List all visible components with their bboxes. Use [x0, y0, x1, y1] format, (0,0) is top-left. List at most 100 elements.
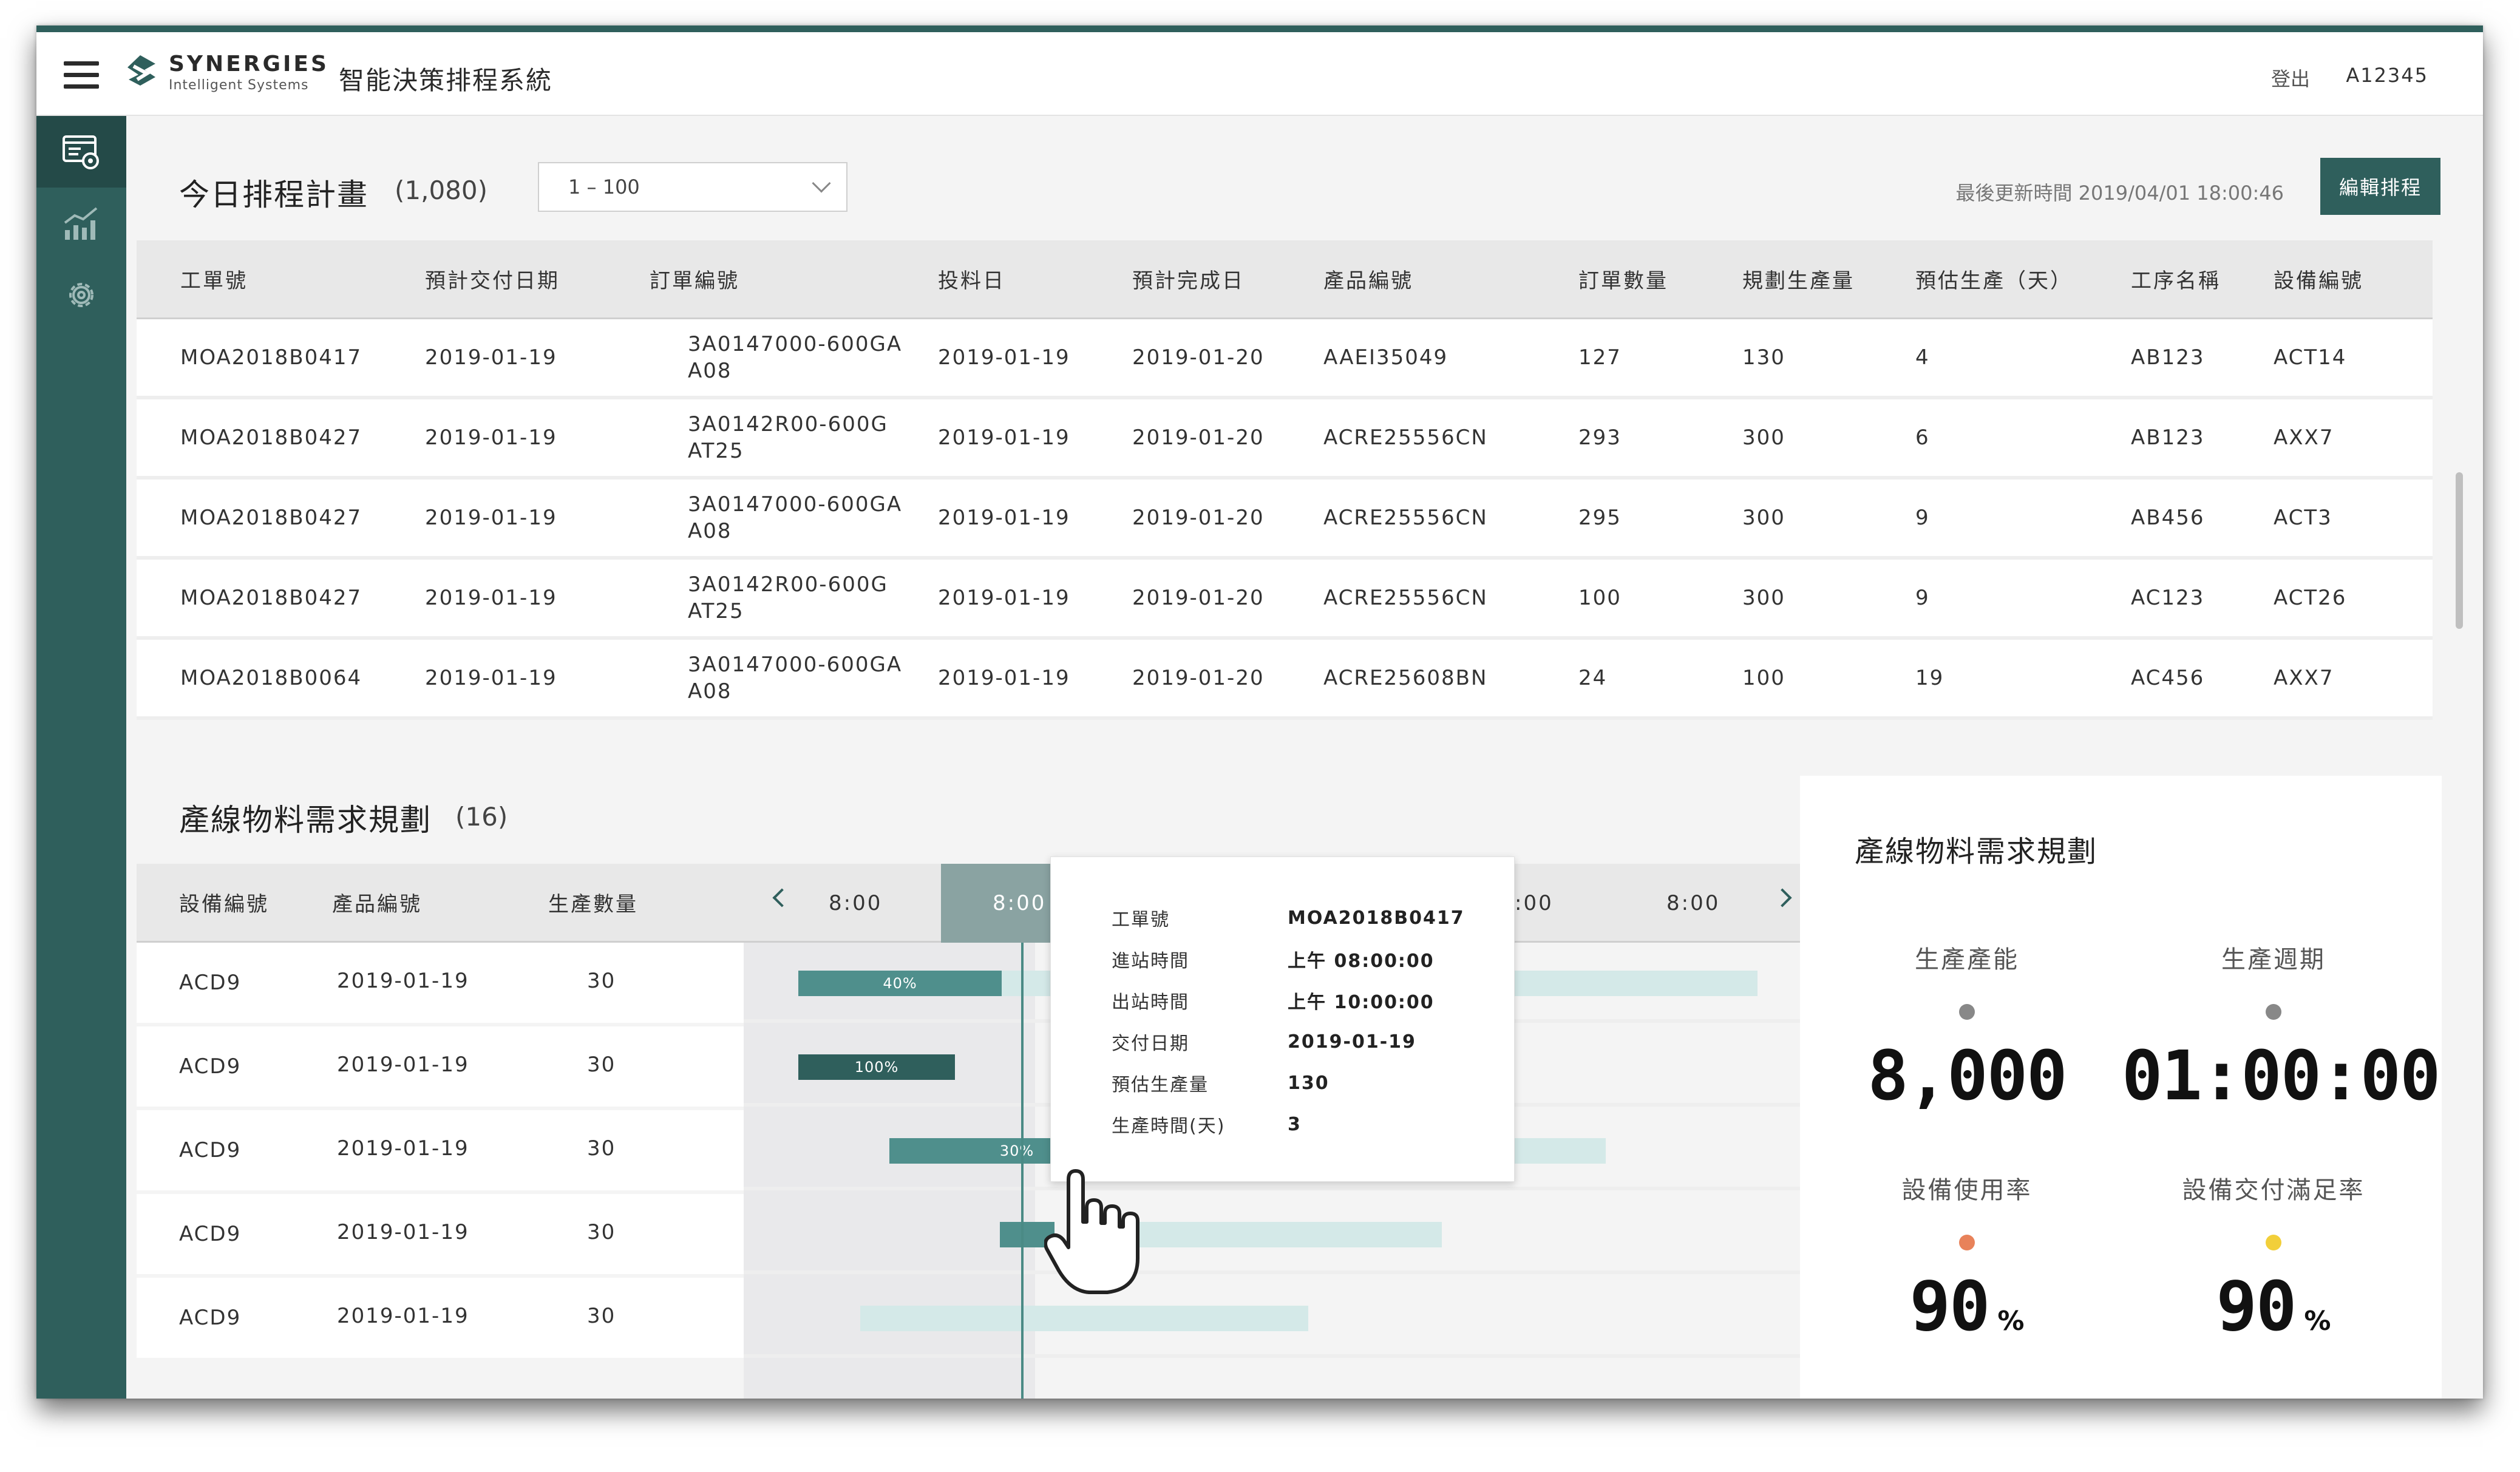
logout-link[interactable]: 登出 — [2271, 64, 2310, 92]
feed-date-cell: 2019-01-19 — [938, 586, 1070, 610]
tooltip-row: 工單號 MOA2018B0417 — [1112, 906, 1465, 931]
est-days-cell: 6 — [1915, 426, 1930, 450]
tooltip-key: 生產時間(天) — [1112, 1116, 1226, 1137]
work-order-cell: MOA2018B0064 — [180, 666, 362, 690]
gantt-bar[interactable]: 100% — [798, 1054, 955, 1080]
sidebar-item-analytics[interactable] — [36, 188, 126, 259]
column-header[interactable]: 工單號 — [180, 240, 248, 317]
planned-qty-cell: 130 — [1742, 345, 1785, 370]
est-days-cell: 9 — [1915, 506, 1930, 530]
qty-cell: 30 — [587, 1136, 616, 1161]
chevron-right-icon[interactable] — [1773, 888, 1792, 907]
process-name-cell: AC123 — [2131, 586, 2205, 610]
last-updated: 最後更新時間 2019/04/01 18:00:46 — [1955, 181, 2284, 205]
product-date-cell: 2019-01-19 — [337, 1304, 469, 1328]
finish-date-cell: 2019-01-20 — [1132, 345, 1265, 370]
metrics-panel: 產線物料需求規劃 生產產能 8,000 生產週期 01:00:00 設備使用率 … — [1800, 776, 2442, 1399]
gantt-bar[interactable]: 40% — [798, 971, 1002, 996]
chevron-down-icon — [812, 174, 831, 193]
status-dot — [2266, 1004, 2281, 1020]
planned-qty-cell: 100 — [1742, 666, 1785, 690]
table-row[interactable]: MOA2018B0064 2019-01-19 3A0147000-600GA … — [137, 640, 2433, 720]
column-header[interactable]: 產品編號 — [1323, 240, 1413, 317]
work-order-cell: MOA2018B0417 — [180, 345, 362, 370]
column-header[interactable]: 規劃生產量 — [1742, 240, 1855, 317]
column-header[interactable]: 投料日 — [938, 240, 1005, 317]
metric-label: 生產產能 — [1915, 946, 2019, 974]
utilization-metric: 設備使用率 90% — [1815, 1170, 2119, 1346]
delivery-date-cell: 2019-01-19 — [425, 586, 557, 610]
schedule-table: 工單號 預計交付日期 訂單編號 投料日 預計完成日 產品編號 訂單數量 規劃生產… — [137, 240, 2433, 720]
material-title: 產線物料需求規劃 — [179, 802, 432, 838]
time-slot-label: 8:00 — [829, 891, 883, 915]
material-count: (16) — [455, 802, 508, 832]
metric-unit: % — [2304, 1306, 2331, 1337]
brand-name: SYNERGIES — [169, 52, 329, 76]
app-title: 智能決策排程系統 — [339, 66, 553, 95]
menu-icon[interactable] — [64, 61, 99, 89]
product-code-cell: AAEI35049 — [1323, 345, 1448, 370]
delivery-date-cell: 2019-01-19 — [425, 666, 557, 690]
order-number-line1: 3A0142R00-600G — [688, 572, 888, 597]
order-qty-cell: 100 — [1578, 586, 1622, 610]
time-slot-label: 8:00 — [993, 891, 1047, 915]
finish-date-cell: 2019-01-20 — [1132, 426, 1265, 450]
tooltip-value: 3 — [1288, 1113, 1302, 1135]
column-header[interactable]: 工序名稱 — [2131, 240, 2221, 317]
table-row[interactable]: MOA2018B0427 2019-01-19 3A0142R00-600G A… — [137, 399, 2433, 480]
metric-unit: % — [1997, 1306, 2025, 1337]
metric-label: 設備使用率 — [1901, 1176, 2033, 1204]
tooltip-key: 工單號 — [1112, 909, 1170, 931]
order-number-cell: 3A0147000-600GA A08 — [688, 480, 902, 556]
gantt-bar-track — [860, 1306, 1308, 1331]
metric-value: 90 — [1909, 1267, 1991, 1346]
column-header[interactable]: 訂單數量 — [1578, 240, 1668, 317]
product-code-cell: ACRE25556CN — [1323, 506, 1488, 530]
planned-qty-cell: 300 — [1742, 586, 1785, 610]
table-row[interactable]: MOA2018B0417 2019-01-19 3A0147000-600GA … — [137, 319, 2433, 399]
edit-schedule-button[interactable]: 編輯排程 — [2320, 158, 2440, 215]
feed-date-cell: 2019-01-19 — [938, 506, 1070, 530]
column-header[interactable]: 訂單編號 — [650, 240, 739, 317]
column-header[interactable]: 生產數量 — [548, 864, 638, 941]
tooltip-value: 130 — [1288, 1072, 1330, 1094]
column-header[interactable]: 預計交付日期 — [425, 240, 560, 317]
order-qty-cell: 295 — [1578, 506, 1622, 530]
tooltip-row: 預估生產量 130 — [1112, 1071, 1330, 1096]
app-window: SYNERGIES Intelligent Systems 智能決策排程系統 登… — [36, 25, 2483, 1399]
qty-cell: 30 — [587, 1304, 616, 1328]
sidebar-item-settings[interactable] — [36, 259, 126, 331]
column-header[interactable]: 設備編號 — [2274, 240, 2363, 317]
est-days-cell: 4 — [1915, 345, 1930, 370]
schedule-view-icon — [63, 135, 99, 169]
work-order-cell: MOA2018B0427 — [180, 506, 362, 530]
tooltip-value: 2019-01-19 — [1288, 1031, 1416, 1053]
table-row[interactable]: MOA2018B0427 2019-01-19 3A0142R00-600G A… — [137, 560, 2433, 640]
delivery-date-cell: 2019-01-19 — [425, 506, 557, 530]
column-header[interactable]: 預計完成日 — [1132, 240, 1245, 317]
hand-pointer-icon — [1044, 1169, 1139, 1294]
table-row[interactable]: MOA2018B0427 2019-01-19 3A0147000-600GA … — [137, 480, 2433, 560]
column-header[interactable]: 設備編號 — [179, 864, 269, 941]
page-range-value: 1 – 100 — [568, 175, 640, 198]
schedule-scrollbar[interactable] — [2456, 472, 2463, 629]
qty-cell: 30 — [587, 1053, 616, 1077]
status-dot — [1959, 1235, 1975, 1250]
cycle-metric: 生產週期 01:00:00 — [2122, 940, 2440, 1116]
column-header[interactable]: 預估生產（天） — [1915, 240, 2073, 317]
metric-value: 01:00:00 — [2122, 1037, 2440, 1116]
feed-date-cell: 2019-01-19 — [938, 345, 1070, 370]
feed-date-cell: 2019-01-19 — [938, 426, 1070, 450]
metric-label: 設備交付滿足率 — [2182, 1176, 2365, 1204]
page-range-select[interactable]: 1 – 100 — [538, 162, 847, 212]
status-dot — [1959, 1004, 1975, 1020]
sidebar — [36, 116, 126, 1399]
synergies-logo-icon — [127, 55, 155, 86]
tooltip-row: 交付日期 2019-01-19 — [1112, 1029, 1416, 1055]
chevron-left-icon[interactable] — [772, 888, 792, 907]
column-header[interactable]: 產品編號 — [332, 864, 422, 941]
tooltip-row: 生產時間(天) 3 — [1112, 1112, 1302, 1138]
brand-sub: Intelligent Systems — [169, 78, 309, 93]
order-qty-cell: 293 — [1578, 426, 1622, 450]
sidebar-item-schedule[interactable] — [36, 116, 126, 188]
